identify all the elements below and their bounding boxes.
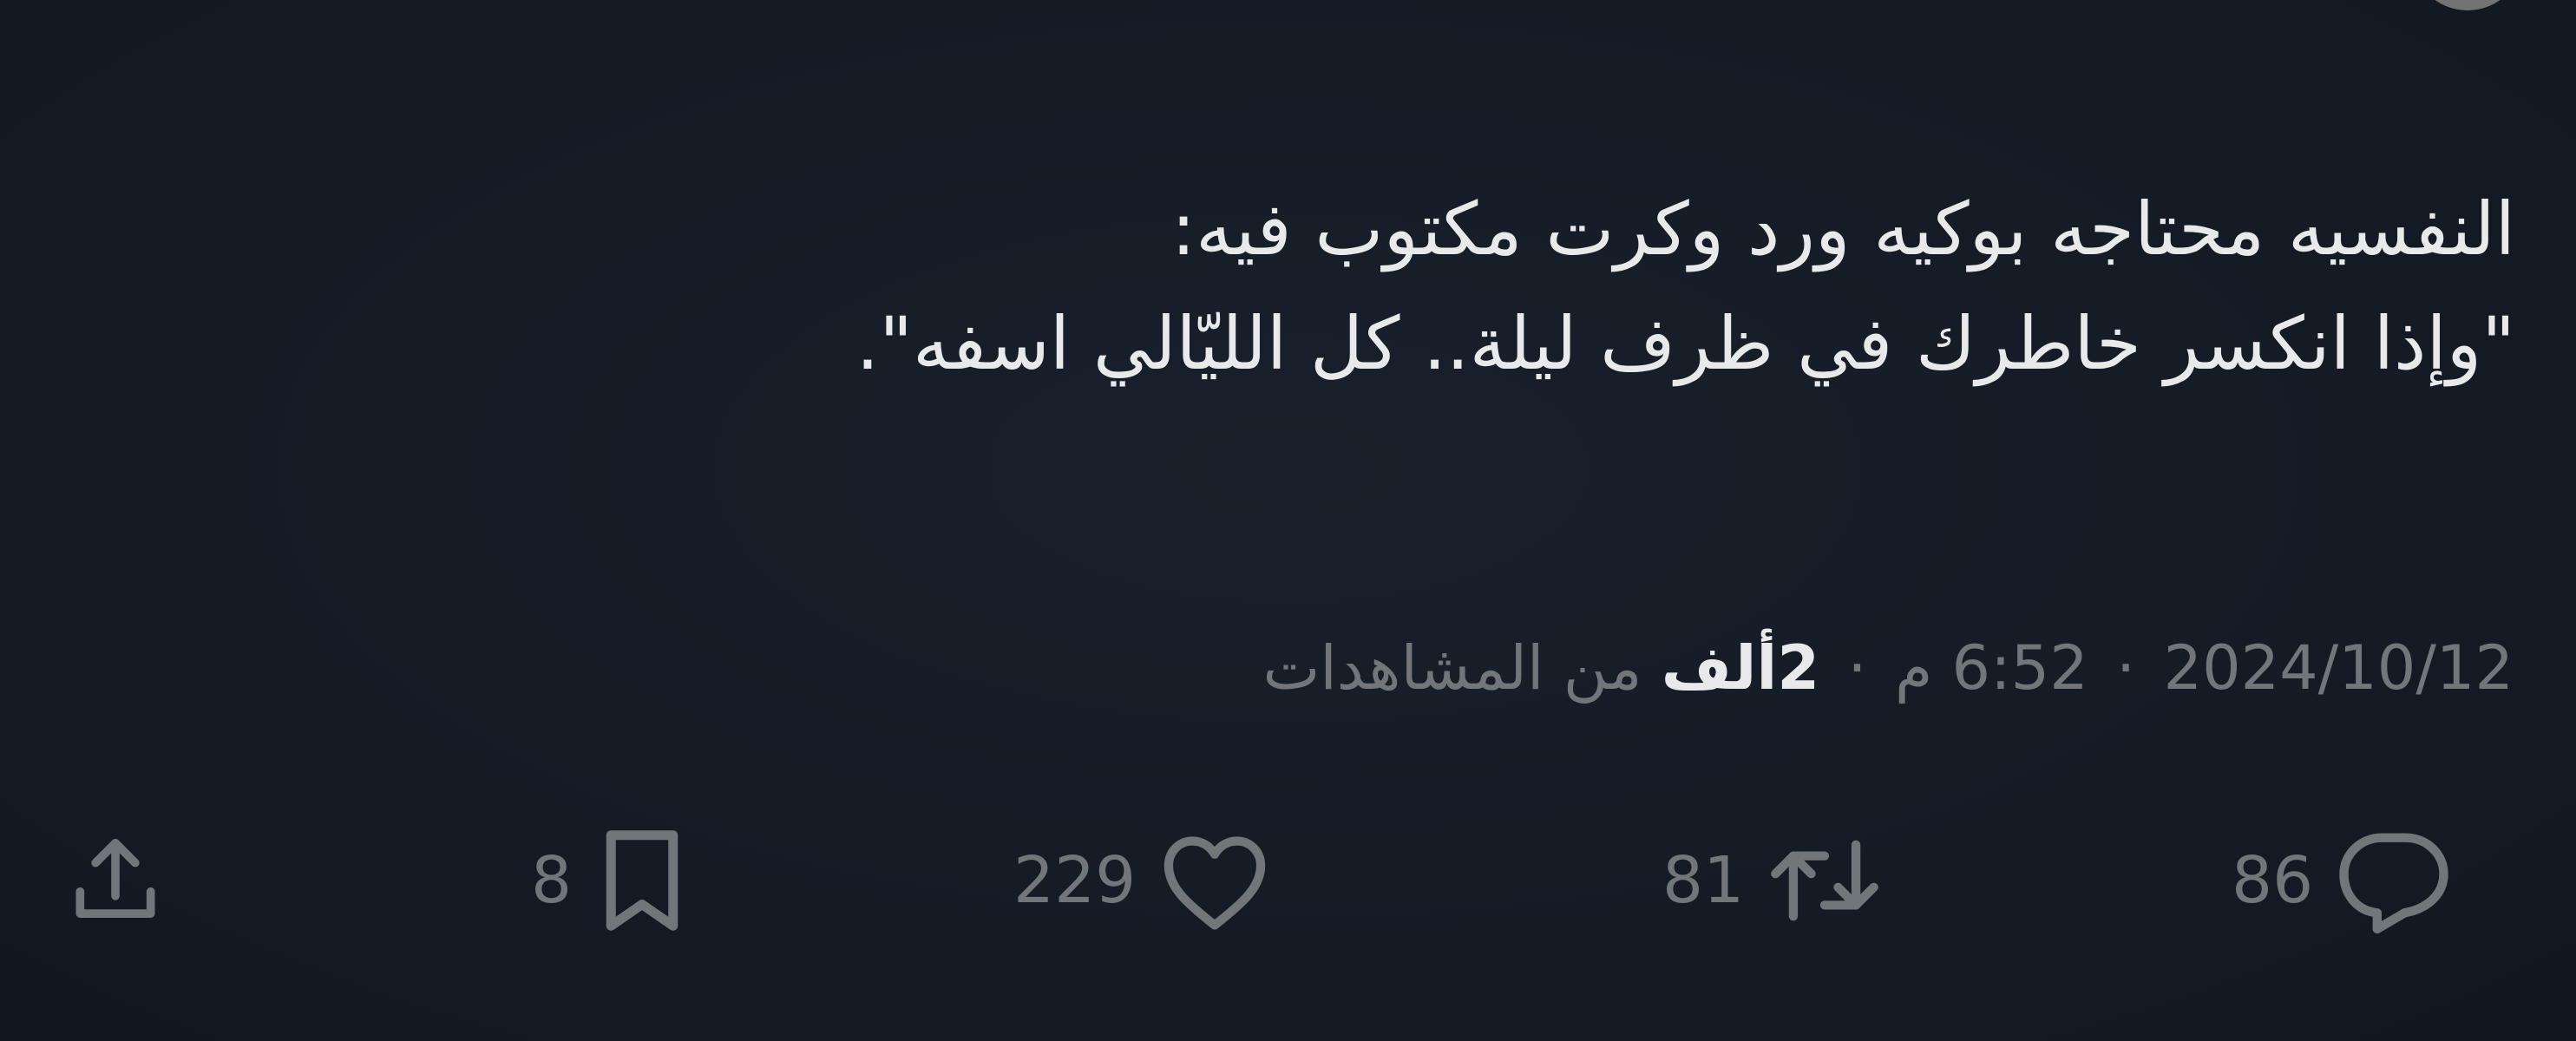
avatar[interactable] [2411, 0, 2524, 10]
views-label: من المشاهدات [1262, 632, 1642, 704]
tweet-time[interactable]: 6:52 م [1895, 632, 2088, 704]
retweet-button[interactable]: 81 [1662, 824, 1883, 937]
share-icon [75, 838, 155, 918]
views-count[interactable]: 2ألف [1662, 632, 1819, 704]
tweet-actions-bar: 8 229 81 86 [0, 824, 2576, 937]
share-button[interactable] [62, 824, 168, 937]
heart-icon [1164, 836, 1266, 930]
tweet-detail-screen: النفسيه محتاجه بوكيه ورد وكرت مكتوب فيه:… [0, 0, 2576, 1041]
like-count: 229 [1013, 843, 1137, 918]
tweet-text: النفسيه محتاجه بوكيه ورد وكرت مكتوب فيه:… [259, 172, 2515, 401]
tweet-text-line: النفسيه محتاجه بوكيه ورد وكرت مكتوب فيه: [1170, 187, 2515, 272]
bookmark-count: 8 [531, 843, 573, 918]
reply-icon [2339, 833, 2448, 934]
meta-separator: · [1847, 632, 1867, 704]
like-button[interactable]: 229 [1013, 824, 1271, 937]
tweet-meta: 2024/10/12 · 6:52 م · 2ألف من المشاهدات [1262, 626, 2514, 710]
retweet-count: 81 [1662, 843, 1745, 918]
bookmark-button[interactable]: 8 [531, 824, 690, 937]
retweet-icon [1771, 840, 1879, 921]
bookmark-icon [606, 830, 678, 931]
reply-count: 86 [2232, 843, 2314, 918]
meta-separator: · [2116, 632, 2136, 704]
tweet-date[interactable]: 2024/10/12 [2164, 632, 2514, 704]
reply-button[interactable]: 86 [2232, 824, 2452, 937]
tweet-text-line: "وإذا انكسر خاطرك في ظرف ليلة.. كل الليّ… [855, 301, 2515, 386]
